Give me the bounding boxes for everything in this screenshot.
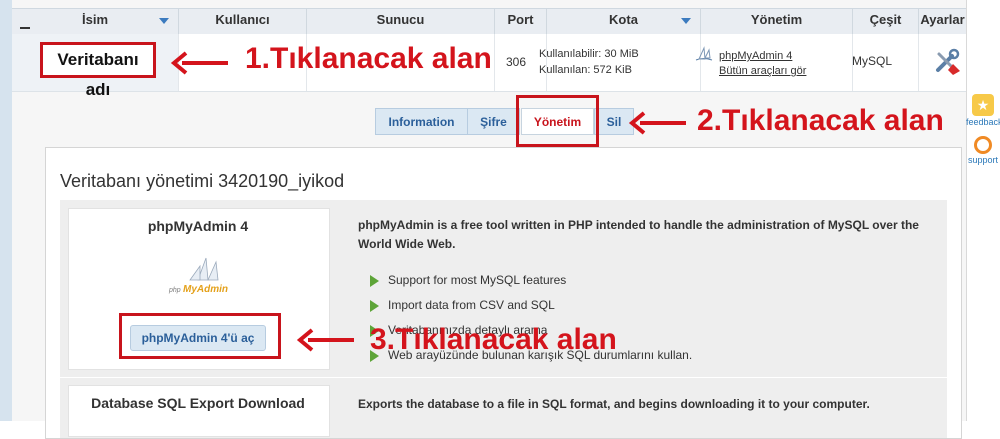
tools-icon[interactable] bbox=[933, 48, 961, 76]
description-rest: is a free tool written in PHP intended t… bbox=[358, 218, 919, 251]
logo-myadmin-text: MyAdmin bbox=[183, 284, 228, 295]
col-header-management: Yönetim bbox=[700, 9, 852, 34]
tab-information[interactable]: Information bbox=[375, 108, 468, 135]
callout-step-3: 3.Tıklanacak alan bbox=[370, 323, 617, 356]
col-header-name[interactable]: İsim bbox=[12, 9, 178, 34]
col-header-type: Çeşit bbox=[852, 9, 918, 34]
sort-caret-icon[interactable] bbox=[681, 18, 691, 24]
callout-step-2: 2.Tıklanacak alan bbox=[697, 104, 944, 137]
arrow-left-icon bbox=[628, 111, 686, 135]
port-value: 306 bbox=[506, 55, 527, 69]
arrow-bullet-icon bbox=[370, 275, 379, 287]
card-title: phpMyAdmin 4 bbox=[147, 218, 249, 234]
arrow-left-icon bbox=[296, 328, 354, 352]
lifebuoy-icon bbox=[974, 136, 992, 154]
col-header-port: Port bbox=[494, 9, 546, 34]
support-widget[interactable]: support bbox=[966, 134, 1000, 165]
list-item: Support for most MySQL features bbox=[370, 272, 692, 297]
export-description: Exports the database to a file in SQL fo… bbox=[358, 397, 870, 411]
col-header-settings: Ayarlar bbox=[918, 9, 966, 34]
feature-list: Support for most MySQL features Import d… bbox=[370, 272, 692, 372]
highlight-management-tab bbox=[516, 95, 599, 147]
all-tools-link[interactable]: Bütün araçları gör bbox=[719, 64, 806, 79]
quota-available: Kullanılabilir: 30 MiB bbox=[539, 48, 639, 60]
col-header-user: Kullanıcı bbox=[178, 9, 306, 34]
quota-info: Kullanılabilir: 30 MiB Kullanılan: 572 K… bbox=[539, 46, 639, 78]
list-item: Import data from CSV and SQL bbox=[370, 297, 692, 322]
collapse-icon[interactable] bbox=[20, 27, 30, 29]
highlight-open-button bbox=[119, 313, 281, 359]
sort-caret-icon[interactable] bbox=[159, 18, 169, 24]
arrow-bullet-icon bbox=[370, 300, 379, 312]
col-header-quota[interactable]: Kota bbox=[546, 9, 700, 34]
col-header-server: Sunucu bbox=[306, 9, 494, 34]
phpmyadmin-logo: php MyAdmin bbox=[168, 257, 228, 295]
export-title: Database SQL Export Download bbox=[91, 395, 305, 411]
phpmyadmin-link[interactable]: phpMyAdmin 4 bbox=[719, 49, 806, 64]
phpmyadmin-description: phpMyAdmin is a free tool written in PHP… bbox=[358, 216, 938, 254]
quota-used: Kullanılan: 572 KiB bbox=[539, 64, 632, 76]
star-icon: ★ bbox=[972, 94, 994, 116]
management-links: phpMyAdmin 4 Bütün araçları gör bbox=[719, 49, 806, 79]
tab-password[interactable]: Şifre bbox=[467, 108, 520, 135]
table-header: İsim Kullanıcı Sunucu Port Kota Yönetim … bbox=[12, 8, 966, 35]
export-card bbox=[68, 385, 330, 437]
database-name[interactable]: Veritabanı adı bbox=[40, 42, 156, 99]
db-type: MySQL bbox=[852, 54, 893, 68]
description-bold: phpMyAdmin bbox=[358, 218, 434, 232]
callout-step-1: 1.Tıklanacak alan bbox=[245, 42, 492, 75]
feedback-widget[interactable]: ★ feedback bbox=[966, 94, 1000, 127]
logo-php-text: php bbox=[168, 287, 181, 294]
page-title: Veritabanı yönetimi 3420190_iyikod bbox=[60, 171, 345, 191]
arrow-left-icon bbox=[170, 51, 228, 75]
sail-icon bbox=[695, 46, 713, 61]
